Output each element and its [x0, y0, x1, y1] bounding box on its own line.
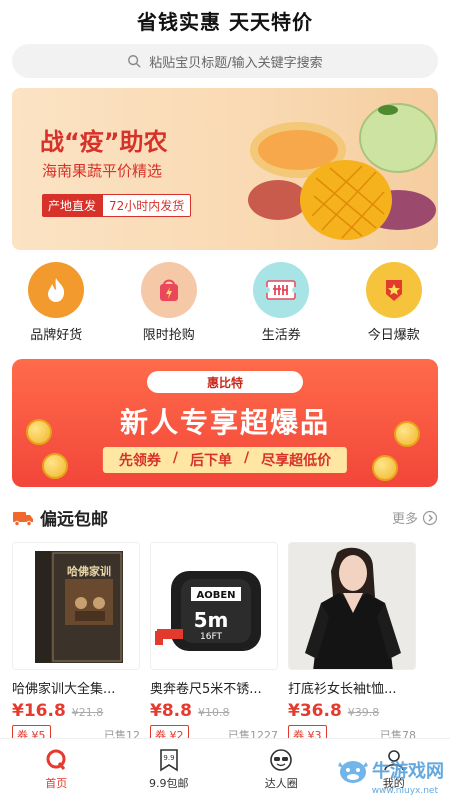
hero-tag-shipping: 72小时内发货 — [102, 194, 192, 217]
product-image-book: 哈佛家训 — [12, 542, 140, 670]
tape-size-text: 5m — [194, 608, 229, 632]
page-title: 省钱实惠 天天特价 — [137, 9, 313, 34]
watermark-url: www.niuyx.net — [371, 786, 438, 796]
product-name: 奥奔卷尺5米不锈... — [150, 682, 262, 697]
quick-nav-flash-sale[interactable]: 限时抢购 — [119, 262, 219, 343]
star-badge-icon — [365, 262, 422, 318]
product-price: ¥36.8 — [288, 701, 342, 721]
product-card[interactable]: 打底衫女长袖t恤... ¥36.8 ¥39.8 券 ¥3 已售78 — [288, 542, 416, 745]
search-placeholder: 粘贴宝贝标题/输入关键字搜索 — [149, 55, 323, 71]
section-title: 偏远包邮 — [40, 510, 108, 530]
product-image-tape-measure: AOBEN 5m 16FT — [150, 542, 278, 670]
search-input[interactable]: 粘贴宝贝标题/输入关键字搜索 — [12, 44, 438, 78]
product-name: 哈佛家训大全集... — [12, 682, 116, 697]
promo-step: 尽享超低价 — [261, 453, 332, 469]
tab-influencer[interactable]: 达人圈 — [225, 739, 338, 800]
product-old-price: ¥10.8 — [197, 706, 230, 719]
site-watermark: 牛游戏网 www.niuyx.net — [334, 754, 444, 796]
shopping-bag-icon — [140, 262, 197, 318]
product-list: 哈佛家训 哈佛家训大全集... ¥16.8 ¥21.8 券 ¥5 已售12 AO… — [12, 542, 450, 745]
bookmark-99-icon: 9.9 — [159, 749, 178, 772]
product-price: ¥8.8 — [150, 701, 192, 721]
watermark-text: 牛游戏网 — [372, 761, 444, 782]
more-label: 更多 — [391, 512, 418, 527]
coin-decoration — [372, 455, 398, 481]
product-name: 打底衫女长袖t恤... — [288, 682, 397, 697]
promo-headline: 新人专享超爆品 — [119, 406, 330, 439]
delivery-truck-icon — [13, 511, 33, 526]
quick-nav-brand[interactable]: 品牌好货 — [6, 262, 106, 343]
tab-label: 首页 — [45, 777, 68, 790]
quick-nav-label: 限时抢购 — [142, 328, 195, 343]
tab-label: 达人圈 — [264, 777, 298, 790]
quick-nav-label: 品牌好货 — [30, 328, 83, 343]
hero-tags: 产地直发 72小时内发货 — [42, 194, 192, 217]
product-price: ¥16.8 — [12, 701, 66, 721]
hero-subtitle: 海南果蔬平价精选 — [42, 162, 163, 180]
hero-tag-origin: 产地直发 — [42, 194, 103, 217]
coin-decoration — [42, 453, 68, 479]
fruit-illustration — [248, 103, 437, 240]
promo-steps: 先领券 / 后下单 / 尽享超低价 — [102, 447, 348, 473]
hero-title: 战“疫”助农 — [40, 128, 168, 156]
new-user-promo-banner[interactable]: 惠比特 新人专享超爆品 先领券 / 后下单 / 尽享超低价 — [12, 359, 438, 487]
quick-nav-life-coupon[interactable]: 生活券 — [231, 262, 331, 343]
sunglasses-face-icon — [270, 749, 293, 771]
promo-logo: 惠比特 — [146, 371, 304, 393]
quick-nav: 品牌好货 限时抢购 生活券 今日爆款 — [0, 262, 450, 343]
svg-text:9.9: 9.9 — [163, 754, 174, 762]
chevron-right-circle-icon — [422, 510, 438, 525]
tape-brand-text: AOBEN — [196, 590, 235, 601]
quick-nav-hot-today[interactable]: 今日爆款 — [344, 262, 444, 343]
more-link[interactable]: 更多 — [392, 508, 438, 527]
tab-home[interactable]: 首页 — [0, 739, 113, 800]
ticket-icon — [253, 262, 310, 318]
flame-icon — [28, 262, 85, 318]
product-old-price: ¥21.8 — [71, 706, 104, 719]
quick-nav-label: 今日爆款 — [367, 328, 420, 343]
cow-mascot-icon — [338, 761, 368, 783]
product-card[interactable]: 哈佛家训 哈佛家训大全集... ¥16.8 ¥21.8 券 ¥5 已售12 — [12, 542, 140, 745]
product-old-price: ¥39.8 — [347, 706, 380, 719]
hero-banner[interactable]: 战“疫”助农 海南果蔬平价精选 产地直发 72小时内发货 — [12, 88, 438, 250]
product-image-blouse — [288, 542, 416, 670]
product-card[interactable]: AOBEN 5m 16FT 奥奔卷尺5米不锈... ¥8.8 ¥10.8 券 ¥… — [150, 542, 278, 745]
book-title-text: 哈佛家训 — [67, 564, 111, 578]
promo-step: 先领券 — [118, 453, 161, 469]
tape-ft-text: 16FT — [200, 632, 222, 642]
promo-step: 后下单 — [190, 453, 232, 469]
tab-9-9[interactable]: 9.9 9.9包邮 — [113, 739, 226, 800]
home-q-icon — [46, 749, 66, 770]
tab-label: 9.9包邮 — [149, 777, 189, 790]
section-header: 偏远包邮 更多 — [12, 505, 438, 530]
search-icon — [128, 55, 141, 68]
quick-nav-label: 生活券 — [261, 328, 301, 343]
header: 省钱实惠 天天特价 — [0, 0, 450, 40]
